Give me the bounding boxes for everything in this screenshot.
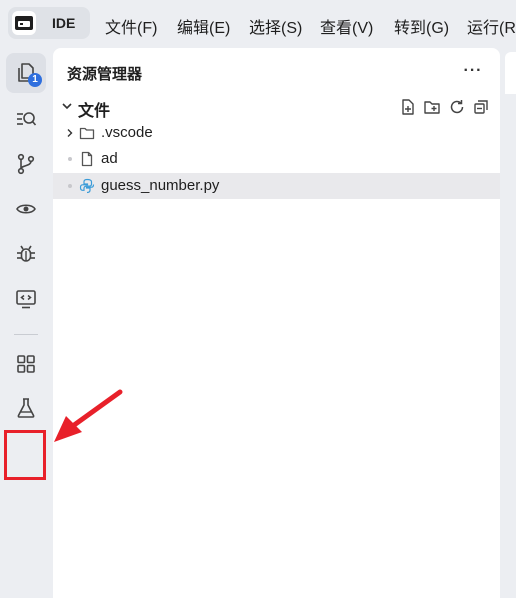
testing-flask-icon (17, 398, 35, 418)
explorer-panel: 资源管理器 ··· 文件 .vscode ad guess_number.py (53, 48, 500, 598)
menu-view[interactable]: 查看(V) (320, 14, 373, 38)
annotation-highlight-box (4, 430, 46, 480)
explorer-title: 资源管理器 (67, 66, 143, 83)
editor-area-edge (500, 46, 516, 598)
menu-selection[interactable]: 选择(S) (249, 14, 302, 38)
activity-separator (14, 334, 38, 335)
remote-explorer-icon (16, 290, 36, 309)
ide-logo-icon (12, 11, 36, 35)
python-file-icon (79, 178, 95, 194)
editor-tab-edge[interactable] (505, 52, 516, 94)
menu-edit[interactable]: 编辑(E) (177, 14, 230, 38)
activity-debug[interactable] (6, 234, 46, 274)
activity-bar: 1 (0, 46, 52, 598)
tree-item-label: guess_number.py (101, 177, 220, 194)
tree-item-label: .vscode (101, 124, 153, 141)
new-folder-icon[interactable] (423, 98, 441, 116)
activity-search[interactable] (6, 99, 46, 139)
menu-file[interactable]: 文件(F) (105, 14, 157, 38)
tree-item-python-file[interactable]: guess_number.py (53, 173, 500, 199)
chevron-right-icon (67, 129, 73, 137)
files-section-label: 文件 (78, 103, 111, 120)
source-control-icon (17, 153, 35, 175)
refresh-icon[interactable] (448, 98, 466, 116)
extensions-grid-icon (17, 355, 35, 373)
activity-source-control[interactable] (6, 144, 46, 184)
new-file-icon[interactable] (399, 98, 417, 116)
chevron-down-icon (62, 103, 72, 110)
activity-testing[interactable] (6, 388, 46, 428)
folder-icon (79, 127, 95, 140)
menu-run[interactable]: 运行(R (467, 14, 516, 38)
ide-brand-button[interactable]: IDE (8, 7, 90, 39)
files-section-header[interactable]: 文件 (53, 94, 500, 120)
preview-eye-icon (16, 204, 36, 214)
explorer-badge: 1 (28, 73, 42, 87)
tree-item-label: ad (101, 150, 118, 167)
collapse-all-icon[interactable] (472, 98, 490, 116)
activity-extensions[interactable] (6, 344, 46, 384)
search-icon (17, 112, 37, 126)
activity-explorer[interactable]: 1 (6, 53, 46, 93)
ide-brand-label: IDE (52, 15, 76, 31)
activity-preview[interactable] (6, 189, 46, 229)
menu-goto[interactable]: 转到(G) (394, 14, 449, 38)
annotation-arrow-icon (54, 389, 123, 442)
debug-bug-icon (17, 245, 35, 262)
file-icon (81, 151, 93, 167)
activity-remote-explorer[interactable] (6, 279, 46, 319)
menu-bar: IDE 文件(F) 编辑(E) 选择(S) 查看(V) 转到(G) 运行(R (0, 0, 516, 46)
more-actions-button[interactable]: ··· (461, 62, 485, 80)
tree-item-file[interactable]: ad (53, 146, 500, 172)
tree-indent-dot (68, 184, 72, 188)
tree-item-folder[interactable]: .vscode (53, 120, 500, 146)
tree-indent-dot (68, 157, 72, 161)
